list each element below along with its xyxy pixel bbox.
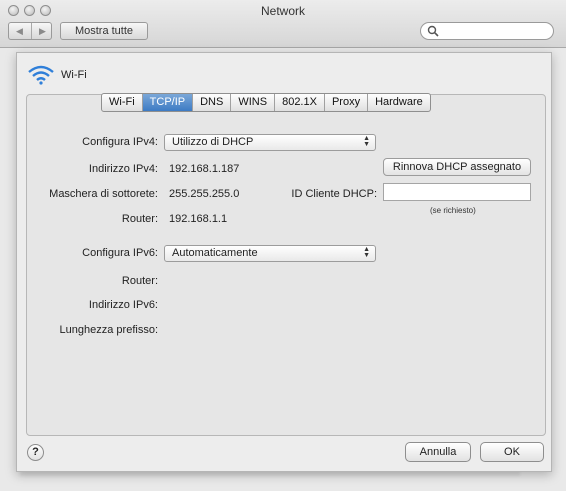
tab-wifi[interactable]: Wi-Fi bbox=[102, 94, 143, 111]
router-value: 192.168.1.1 bbox=[169, 213, 228, 225]
ipv4-address-value: 192.168.1.187 bbox=[169, 163, 240, 175]
configure-ipv6-popup[interactable]: Automaticamente ▲ ▼ bbox=[164, 245, 376, 262]
renew-dhcp-button[interactable]: Rinnova DHCP assegnato bbox=[383, 158, 531, 176]
chevron-left-icon[interactable]: ◀ bbox=[9, 23, 30, 39]
configure-ipv6-value: Automaticamente bbox=[172, 247, 258, 259]
tab-tcpip[interactable]: TCP/IP bbox=[142, 94, 194, 111]
ipv6-router-label: Router: bbox=[121, 275, 158, 287]
prefix-length-label: Lunghezza prefisso: bbox=[59, 324, 158, 336]
search-icon bbox=[427, 25, 439, 37]
nav-back-forward: ◀ ▶ bbox=[8, 22, 52, 40]
client-id-note: (se richiesto) bbox=[430, 206, 476, 215]
ok-button[interactable]: OK bbox=[480, 442, 544, 462]
subnet-mask-value: 255.255.255.0 bbox=[169, 188, 240, 200]
search-input[interactable] bbox=[420, 22, 554, 40]
dhcp-client-id-field[interactable] bbox=[383, 183, 531, 201]
tab-hardware[interactable]: Hardware bbox=[368, 94, 430, 111]
subnet-mask-label: Maschera di sottorete: bbox=[49, 188, 158, 200]
popup-arrows-icon: ▲ ▼ bbox=[363, 135, 370, 148]
tab-wins[interactable]: WINS bbox=[231, 94, 276, 111]
dhcp-client-id-label: ID Cliente DHCP: bbox=[291, 188, 377, 200]
settings-tabs: Wi-Fi TCP/IP DNS WINS 802.1X Proxy Hardw… bbox=[101, 93, 431, 112]
tab-dns[interactable]: DNS bbox=[193, 94, 232, 111]
configure-ipv4-popup[interactable]: Utilizzo di DHCP ▲ ▼ bbox=[164, 134, 376, 151]
popup-arrows-icon: ▲ ▼ bbox=[363, 246, 370, 259]
ipv4-address-label: Indirizzo IPv4: bbox=[88, 163, 158, 175]
show-all-button[interactable]: Mostra tutte bbox=[60, 22, 148, 40]
help-button[interactable]: ? bbox=[27, 444, 44, 461]
configure-ipv4-label: Configura IPv4: bbox=[82, 136, 158, 148]
advanced-settings-sheet: Wi-Fi Wi-Fi TCP/IP DNS WINS 802.1X Proxy… bbox=[16, 52, 552, 472]
tab-proxy[interactable]: Proxy bbox=[325, 94, 369, 111]
cancel-button[interactable]: Annulla bbox=[405, 442, 471, 462]
configure-ipv6-label: Configura IPv6: bbox=[82, 247, 158, 259]
configure-ipv4-value: Utilizzo di DHCP bbox=[172, 136, 254, 148]
router-label: Router: bbox=[121, 213, 158, 225]
ipv6-address-label: Indirizzo IPv6: bbox=[88, 299, 158, 311]
tab-8021x[interactable]: 802.1X bbox=[275, 94, 325, 111]
wifi-icon bbox=[28, 65, 54, 85]
interface-name: Wi-Fi bbox=[61, 69, 87, 81]
chevron-right-icon[interactable]: ▶ bbox=[31, 23, 53, 39]
window-toolbar: Network ◀ ▶ Mostra tutte bbox=[0, 0, 566, 48]
window-title: Network bbox=[260, 4, 305, 18]
